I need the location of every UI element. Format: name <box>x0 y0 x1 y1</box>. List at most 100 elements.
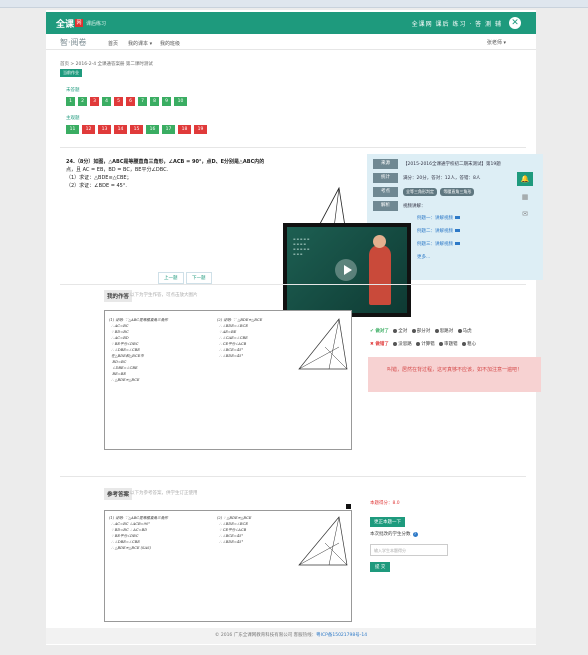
breadcrumb: 首页 > 2016-2-4 全课通答案册 第二课时测试 <box>60 62 153 67</box>
browser-top-bar <box>0 0 588 8</box>
question-number-button[interactable]: 19 <box>194 125 207 134</box>
judge-option[interactable]: 没思路 <box>398 342 412 347</box>
question-number-button[interactable]: 18 <box>178 125 191 134</box>
footer-icp-link[interactable]: 粤ICP备15021798号-14 <box>316 633 367 638</box>
question-number-button[interactable]: 9 <box>162 97 171 106</box>
question-number-button[interactable]: 5 <box>114 97 123 106</box>
kp-chip[interactable]: 全等三角形判定 <box>403 188 437 196</box>
radio[interactable] <box>457 328 462 333</box>
question-number-button[interactable]: 6 <box>126 97 135 106</box>
question-number-button[interactable]: 17 <box>162 125 175 134</box>
reference-answer-label: 参考答案 <box>104 488 133 500</box>
judge-option[interactable]: 审题错 <box>444 342 458 347</box>
video-camera-icon <box>455 216 460 219</box>
question-number-button[interactable]: 16 <box>146 125 159 134</box>
judge-right-label: ✔ 做对了 <box>370 329 389 334</box>
nav-item-home[interactable]: 首页 <box>108 40 118 47</box>
expand-handle-icon[interactable] <box>346 504 351 509</box>
video-camera-icon <box>455 229 460 232</box>
nav-item-class[interactable]: 我的班级 <box>160 40 180 47</box>
nav-item-textbook[interactable]: 我的课本 ▾ <box>128 40 152 47</box>
correct-answer-button[interactable]: 更正本题一下 <box>370 517 405 527</box>
judge-option[interactable]: 马虎 <box>463 329 472 334</box>
radio[interactable] <box>393 341 398 346</box>
qr-icon[interactable]: ▦ <box>517 190 533 204</box>
header-slogan: 全课网 课后 练习 · 答 测 辅 <box>411 21 502 28</box>
teacher-head <box>373 235 386 248</box>
judge-panel: ✔ 做对了 全对 部分对 思路对 马虎 ✖ 做错了 没思路 计算错 审题错 粗心 <box>370 328 476 347</box>
video-link[interactable]: 例题一：讲解视频 <box>417 215 460 221</box>
my-work-hint: 以下为学生作答，可点击放大图片 <box>130 293 198 298</box>
judge-option[interactable]: 全对 <box>398 329 407 334</box>
user-menu[interactable]: 张老师 ▾ <box>487 39 506 46</box>
logo-sub: 课后练习 <box>86 20 107 27</box>
video-link-label: 例题三：讲解视频 <box>417 242 453 247</box>
teacher-figure <box>369 245 391 305</box>
video-screen: ≡ ≡ ≡ ≡ ≡ ≡ ≡ ≡ ≡ ≡ ≡ ≡ ≡ ≡ ≡ ≡ ≡ <box>287 227 407 313</box>
student-answer-image[interactable]: (1) 证明: ∵△ABC是等腰直角三角形 ∴ AC=BC ∵ BD=BC ∴ … <box>104 310 352 450</box>
question-line-2: 点，且 AC = EB，BD = BC，BE平分∠DBC. <box>66 167 169 173</box>
source-value: 【2015-2016全课通学校初二期末测试】第19题 <box>403 162 501 167</box>
question-number-button[interactable]: 2 <box>78 97 87 106</box>
logo-text: 全课 <box>56 19 75 30</box>
kp-chip[interactable]: 等腰直角三角形 <box>440 188 475 196</box>
chalkboard-content: ≡ ≡ ≡ ≡ ≡ ≡ ≡ ≡ ≡ ≡ ≡ ≡ ≡ ≡ ≡ ≡ ≡ <box>293 237 310 256</box>
score-question-label: 本次批改的学生分数 <box>370 532 411 537</box>
question-number-button[interactable]: 1 <box>66 97 75 106</box>
question-number-button[interactable]: 10 <box>174 97 187 106</box>
answered-number-list: 1 2 3 4 5 6 7 8 9 10 <box>66 97 187 106</box>
nav-brand[interactable]: 智·阅卷 <box>60 37 87 48</box>
site-logo[interactable]: 全课 网 课后练习 <box>56 16 106 30</box>
close-icon[interactable]: ✕ <box>509 17 521 29</box>
subjective-label: 主观题 <box>66 116 80 121</box>
help-icon[interactable]: ? <box>412 532 418 537</box>
video-link[interactable]: 例题三：讲解视频 <box>417 241 460 247</box>
video-link-label: 例题二：讲解视频 <box>417 229 453 234</box>
question-number-button[interactable]: 13 <box>98 125 111 134</box>
judge-option[interactable]: 部分对 <box>417 329 431 334</box>
mail-icon[interactable]: ✉ <box>517 207 533 221</box>
score-text: 本题得分：8.0 <box>370 501 400 506</box>
site-header: 全课 网 课后练习 全课网 课后 练习 · 答 测 辅 ✕ <box>46 12 536 34</box>
divider <box>60 147 526 148</box>
judge-option[interactable]: 思路对 <box>440 329 454 334</box>
source-label: 来源 <box>373 159 398 169</box>
page-container: 全课 网 课后练习 全课网 课后 练习 · 答 测 辅 ✕ 智·阅卷 首页 我的… <box>46 10 543 645</box>
question-line-3: （1）求证：△BDE≌△CBE； <box>66 175 132 181</box>
question-number-button[interactable]: 11 <box>66 125 79 134</box>
stat-label: 统计 <box>373 173 398 183</box>
question-number-button[interactable]: 8 <box>150 97 159 106</box>
video-link[interactable]: 例题二：讲解视频 <box>417 228 460 234</box>
main-nav: 智·阅卷 首页 我的课本 ▾ 我的班级 张老师 ▾ <box>46 36 536 50</box>
play-triangle-icon <box>344 265 352 275</box>
reference-answer-image[interactable]: (1) 证明: ∵△ABC是等腰直角三角形 ∴ AC=BC ∠ACB=90° ∵… <box>104 510 352 622</box>
video-label: 解析 <box>373 201 398 211</box>
video-player[interactable]: ≡ ≡ ≡ ≡ ≡ ≡ ≡ ≡ ≡ ≡ ≡ ≡ ≡ ≡ ≡ ≡ ≡ <box>283 223 411 317</box>
handwriting-right: (2) 证明: ∵ △BDE≌△BCE ∴ ∠BDE=∠BCE ∵ AE=BE … <box>217 318 263 358</box>
radio[interactable] <box>416 341 421 346</box>
question-number-button[interactable]: 15 <box>130 125 143 134</box>
question-number-button[interactable]: 3 <box>90 97 99 106</box>
score-input[interactable]: 输入学生本题得分 <box>370 544 448 556</box>
next-question-button[interactable]: 下一题 <box>186 272 212 284</box>
question-number-button[interactable]: 14 <box>114 125 127 134</box>
question-number-button[interactable]: 12 <box>82 125 95 134</box>
question-line-1: 24.（8分）如图，△ABC是等腰直角三角形，∠ACB = 90°，点D、E分别… <box>66 159 265 165</box>
stat-value: 满分：20分，答对：12人，答错：8人 <box>403 176 481 181</box>
video-more-link[interactable]: 更多... <box>417 254 430 260</box>
my-work-label: 我的作答 <box>104 290 133 302</box>
question-number-button[interactable]: 4 <box>102 97 111 106</box>
judge-option[interactable]: 粗心 <box>467 342 476 347</box>
prev-question-button[interactable]: 上一题 <box>158 272 184 284</box>
radio[interactable] <box>434 328 439 333</box>
submit-button[interactable]: 提 交 <box>370 562 391 572</box>
current-tag: 当前作业 <box>60 69 82 77</box>
judge-wrong-label: ✖ 做错了 <box>370 342 389 347</box>
radio[interactable] <box>439 341 444 346</box>
radio[interactable] <box>393 328 398 333</box>
radio[interactable] <box>411 328 416 333</box>
question-number-button[interactable]: 7 <box>138 97 147 106</box>
radio[interactable] <box>462 341 467 346</box>
bell-icon[interactable]: 🔔 <box>517 172 533 186</box>
judge-option[interactable]: 计算错 <box>421 342 435 347</box>
